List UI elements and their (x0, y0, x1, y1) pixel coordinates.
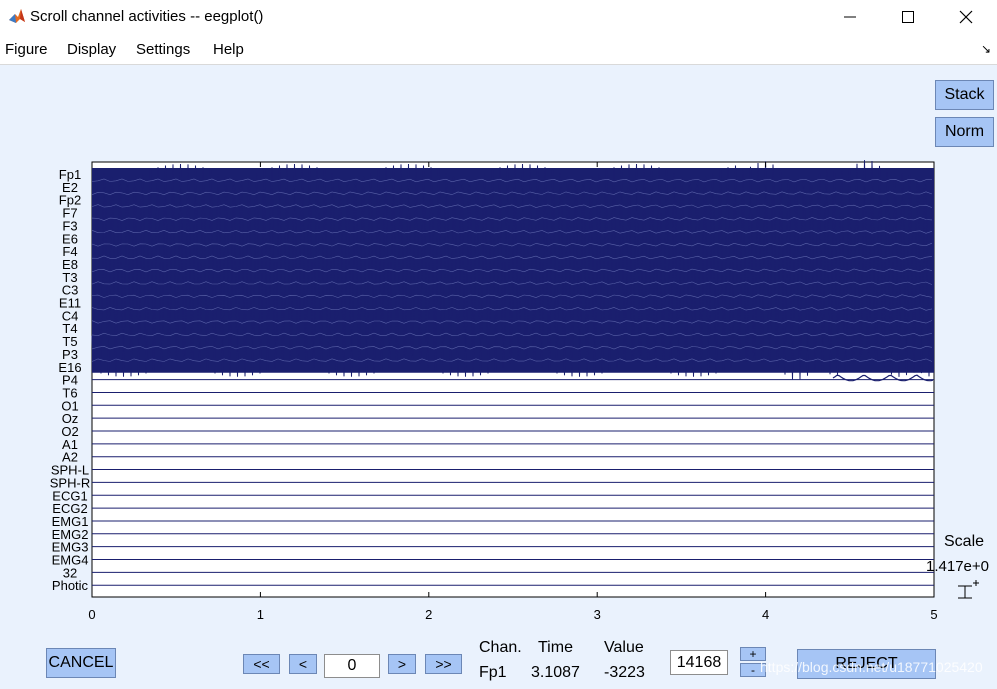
maximize-button[interactable] (880, 0, 936, 34)
eeg-plot[interactable]: Fp1E2Fp2F7F3E6F4E8T3C3E11C4T4T5P3E16P4T6… (0, 65, 997, 689)
x-tick-label: 2 (425, 607, 432, 622)
value-label: Value (604, 639, 644, 656)
time-readout: 3.1087 (531, 664, 580, 681)
scale-label: Scale (944, 533, 985, 550)
minimize-button[interactable] (822, 0, 878, 34)
stack-button[interactable]: Stack (935, 80, 994, 110)
channel-label: Photic (52, 578, 89, 593)
window-title: Scroll channel activities -- eegplot() (30, 8, 264, 25)
norm-button[interactable]: Norm (935, 117, 994, 147)
dock-arrow-icon[interactable]: ↘ (981, 42, 991, 56)
menu-bar: Figure Display Settings Help ↘ (0, 36, 997, 65)
menu-figure[interactable]: Figure (5, 41, 48, 58)
maximize-icon (902, 11, 914, 23)
x-tick-label: 5 (930, 607, 937, 622)
next-page-button[interactable]: > (388, 654, 416, 674)
scale-bar-icon (958, 580, 979, 599)
menu-settings[interactable]: Settings (136, 41, 190, 58)
chan-readout: Fp1 (479, 664, 507, 681)
x-tick-label: 1 (257, 607, 264, 622)
cancel-button[interactable]: CANCEL (46, 648, 116, 678)
menu-help[interactable]: Help (213, 41, 244, 58)
value-readout: -3223 (604, 664, 645, 681)
chan-label: Chan. (479, 639, 522, 656)
matlab-icon (9, 9, 25, 23)
close-icon (959, 10, 973, 24)
menu-display[interactable]: Display (67, 41, 116, 58)
prev-page-button[interactable]: < (289, 654, 317, 674)
position-input[interactable]: 0 (324, 654, 380, 678)
last-page-button[interactable]: >> (425, 654, 462, 674)
minimize-icon (844, 16, 856, 18)
close-button[interactable] (938, 0, 994, 34)
x-tick-label: 3 (594, 607, 601, 622)
watermark-text: https://blog.csdn.net/u18771025420 (760, 659, 983, 675)
first-page-button[interactable]: << (243, 654, 280, 674)
x-tick-label: 0 (88, 607, 95, 622)
scale-value: 1.417e+0 (926, 558, 989, 575)
figure-area: Fp1 E2 Fp2 F7 F3 E6 F4 E8 T3 C3 E11 C4 T4 T5 P3 E16 P4 T6… (0, 65, 997, 689)
spacing-input[interactable]: 14168 (670, 650, 728, 675)
time-label: Time (538, 639, 573, 656)
title-bar: Scroll channel activities -- eegplot() (0, 0, 997, 36)
x-tick-label: 4 (762, 607, 769, 622)
